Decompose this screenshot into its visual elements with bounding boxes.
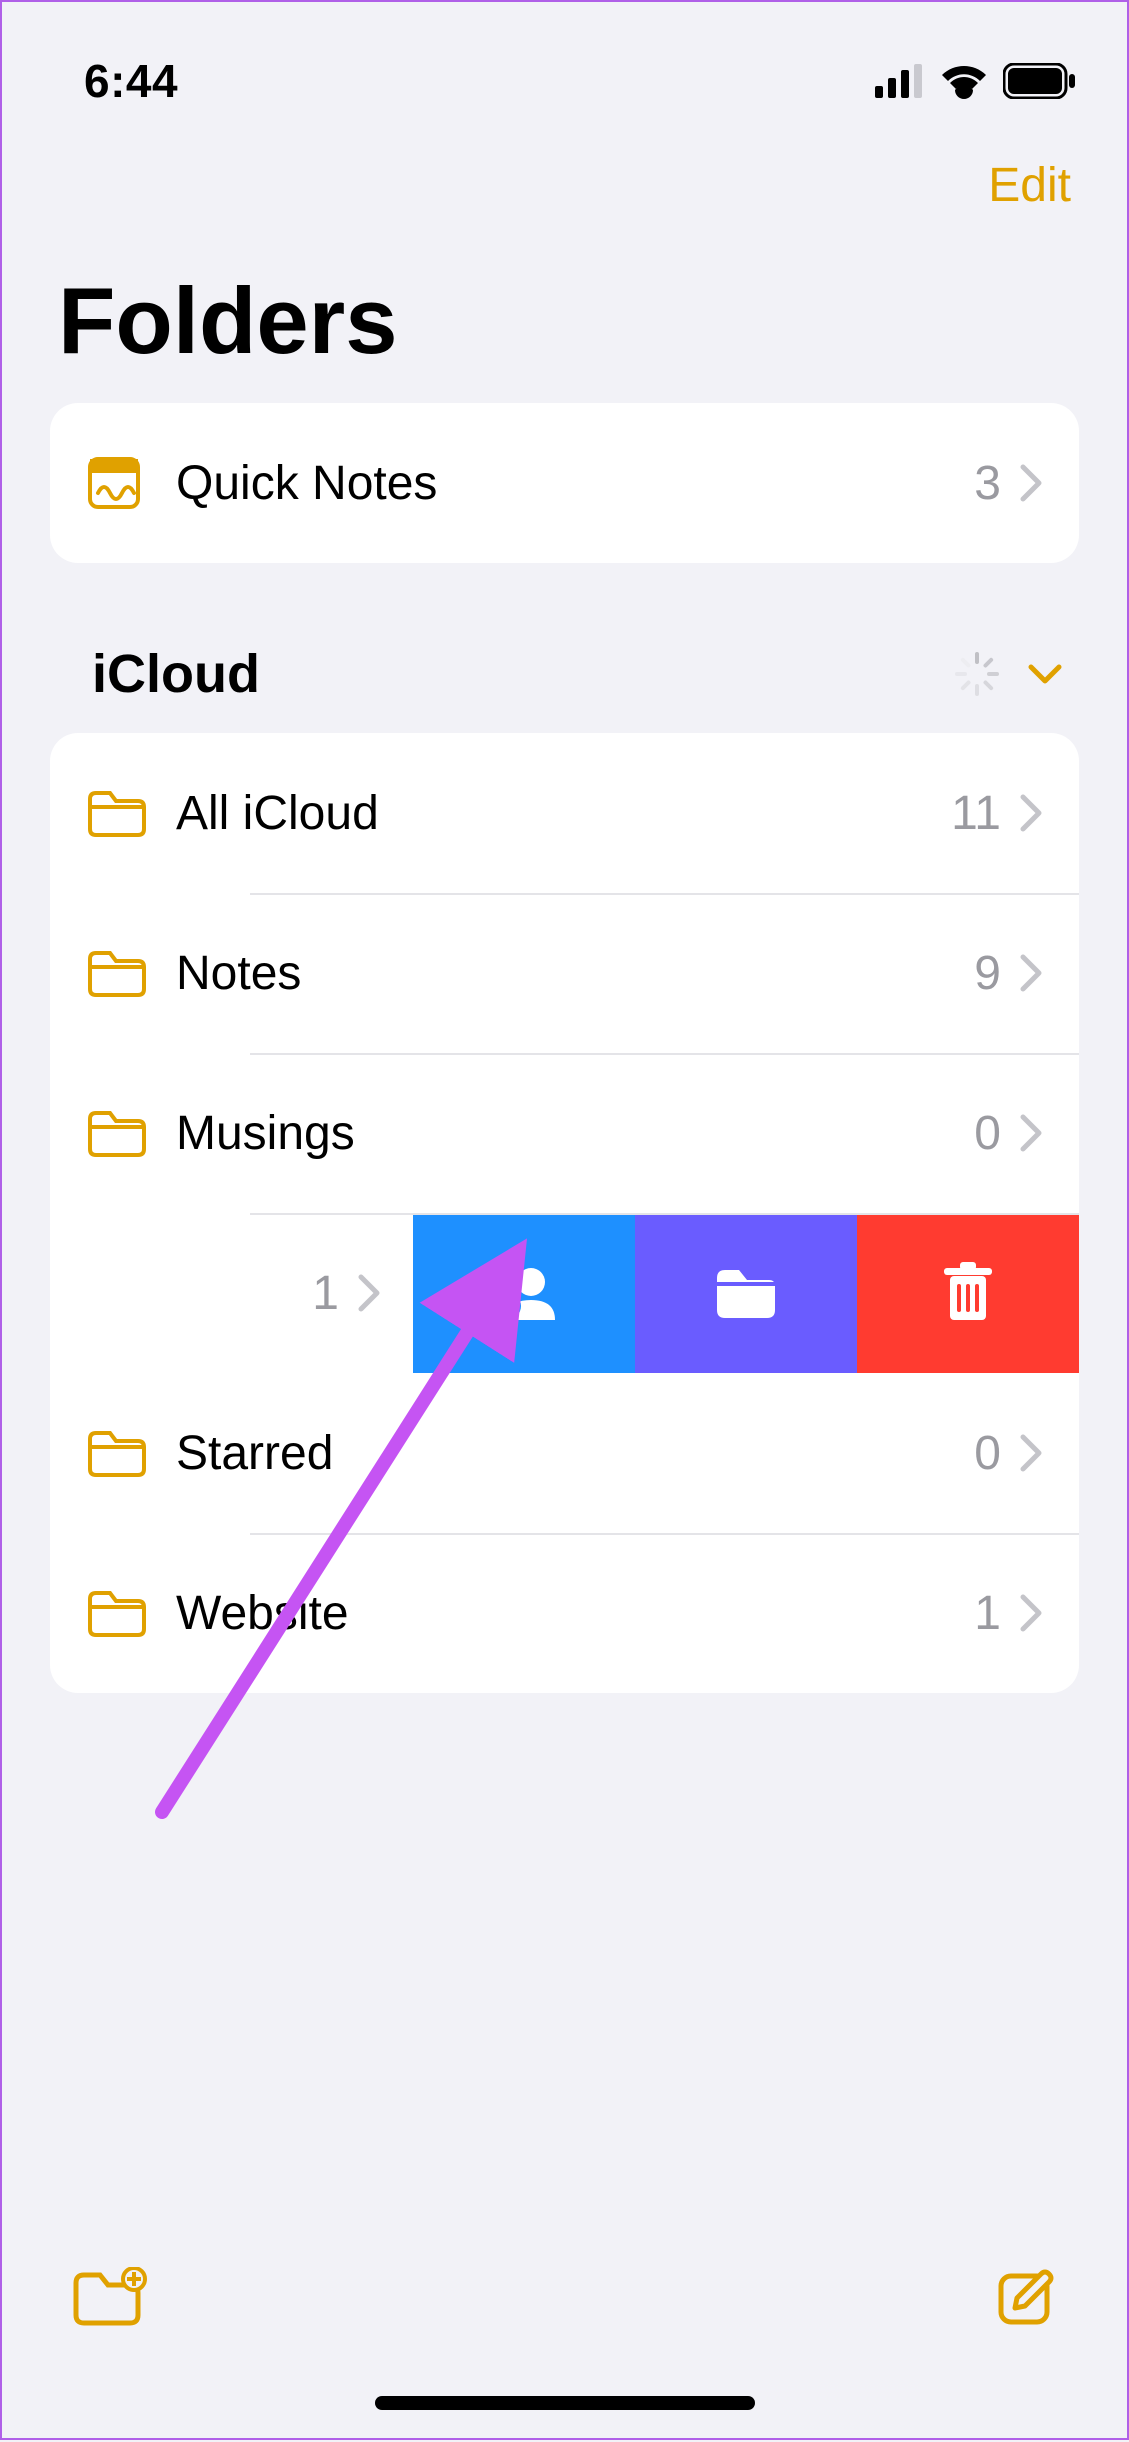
folder-label: Quick Notes [176, 456, 974, 511]
folder-move-icon [713, 1266, 779, 1320]
cellular-icon [875, 64, 925, 98]
chevron-right-icon [1019, 953, 1043, 993]
folder-count: 0 [974, 1106, 1001, 1161]
folder-count: 1 [974, 1586, 1001, 1641]
folder-icon [86, 1589, 146, 1637]
chevron-right-icon [357, 1273, 381, 1313]
chevron-right-icon [1019, 793, 1043, 833]
folder-label: Website [176, 1586, 974, 1641]
quick-notes-icon [86, 455, 142, 511]
folder-row-swiped[interactable]: 1 [50, 1213, 1079, 1373]
folder-icon [86, 789, 146, 837]
folder-icon [86, 1109, 146, 1157]
chevron-down-icon[interactable] [1027, 662, 1063, 686]
status-icons [875, 63, 1077, 99]
swipe-action-delete[interactable] [857, 1213, 1079, 1373]
nav-bar: Edit [2, 122, 1127, 217]
page-title: Folders [2, 217, 1127, 403]
status-bar: 6:44 [2, 2, 1127, 122]
folder-count: 9 [974, 946, 1001, 1001]
section-header-icloud[interactable]: iCloud [2, 563, 1127, 733]
folder-row-musings[interactable]: Musings 0 [50, 1053, 1079, 1213]
add-person-icon [489, 1262, 559, 1324]
folder-label: Notes [176, 946, 974, 1001]
section-title: iCloud [92, 643, 953, 705]
folder-row-all-icloud[interactable]: All iCloud 11 [50, 733, 1079, 893]
battery-icon [1003, 63, 1077, 99]
swipe-action-move[interactable] [635, 1213, 857, 1373]
folder-icon [86, 949, 146, 997]
folder-label: All iCloud [176, 786, 951, 841]
folder-label: Starred [176, 1426, 974, 1481]
folder-row-notes[interactable]: Notes 9 [50, 893, 1079, 1053]
home-indicator[interactable] [375, 2396, 755, 2410]
chevron-right-icon [1019, 1593, 1043, 1633]
folder-row-starred[interactable]: Starred 0 [50, 1373, 1079, 1533]
chevron-right-icon [1019, 1433, 1043, 1473]
new-folder-button[interactable] [70, 2267, 148, 2329]
compose-button[interactable] [995, 2266, 1059, 2330]
loading-spinner-icon [953, 650, 1001, 698]
quick-notes-card: Quick Notes 3 [50, 403, 1079, 563]
chevron-right-icon [1019, 1113, 1043, 1153]
folder-count: 11 [951, 786, 1001, 841]
icloud-folders-card: All iCloud 11 Notes 9 Musings 0 1 [50, 733, 1079, 1693]
swipe-action-share[interactable] [413, 1213, 635, 1373]
folder-count: 1 [312, 1266, 339, 1321]
folder-icon [86, 1429, 146, 1477]
trash-icon [942, 1262, 994, 1324]
folder-label: Musings [176, 1106, 974, 1161]
status-time: 6:44 [84, 54, 178, 108]
folder-count: 0 [974, 1426, 1001, 1481]
folder-row-quick-notes[interactable]: Quick Notes 3 [50, 403, 1079, 563]
wifi-icon [939, 63, 989, 99]
swiped-row-content[interactable]: 1 [50, 1213, 413, 1373]
folder-count: 3 [974, 456, 1001, 511]
chevron-right-icon [1019, 463, 1043, 503]
edit-button[interactable]: Edit [988, 158, 1071, 213]
bottom-toolbar [2, 2218, 1127, 2378]
folder-row-website[interactable]: Website 1 [50, 1533, 1079, 1693]
